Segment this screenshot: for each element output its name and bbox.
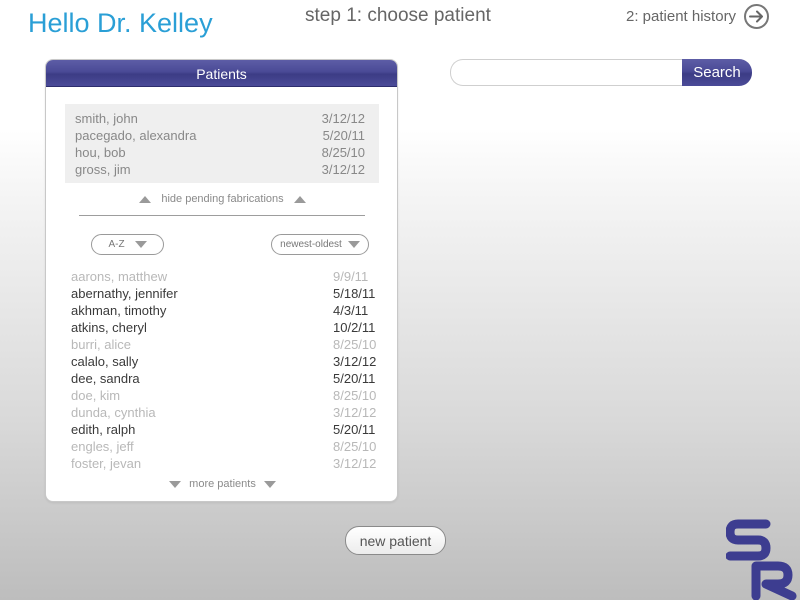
arrow-right-icon[interactable]	[744, 4, 770, 29]
patient-name: burri, alice	[71, 337, 131, 352]
patient-list: aarons, matthew 9/9/11 abernathy, jennifer…	[71, 268, 377, 472]
patient-date: 4/3/11	[333, 303, 369, 318]
list-item[interactable]: dee, sandra 5/20/11	[71, 370, 376, 387]
list-item[interactable]: edith, ralph 5/20/11	[71, 421, 376, 438]
list-item[interactable]: engles, jeff 8/25/10	[71, 438, 377, 455]
pending-fabrications-list: smith, john 3/12/12 pacegado, alexandra …	[65, 104, 379, 183]
patient-name: doe, kim	[71, 388, 121, 403]
pending-row[interactable]: pacegado, alexandra 5/20/11	[65, 127, 379, 144]
next-step-label: 2: patient history	[626, 8, 737, 25]
new-patient-button[interactable]: new patient	[345, 526, 446, 555]
patient-name: calalo, sally	[71, 354, 139, 369]
list-item[interactable]: atkins, cheryl 10/2/11	[71, 319, 376, 336]
chevron-down-icon	[347, 241, 360, 248]
triangle-up-icon	[139, 195, 152, 203]
search-input[interactable]	[450, 59, 682, 86]
patient-date: 3/12/12	[333, 354, 377, 369]
more-patients-label: more patients	[189, 478, 256, 490]
greeting-title: Hello Dr. Kelley	[28, 8, 213, 38]
list-item[interactable]: foster, jevan 3/12/12	[71, 455, 377, 472]
list-item[interactable]: akhman, timothy 4/3/11	[71, 302, 371, 319]
patient-date: 3/12/12	[333, 405, 377, 420]
list-item[interactable]: calalo, sally 3/12/12	[71, 353, 377, 370]
patient-name: atkins, cheryl	[71, 320, 147, 335]
list-item[interactable]: doe, kim 8/25/10	[71, 387, 377, 404]
patient-date: 5/20/11	[333, 371, 376, 386]
patient-name: engles, jeff	[71, 439, 134, 454]
patient-name: foster, jevan	[71, 456, 142, 471]
triangle-up-icon	[293, 195, 306, 203]
patient-date: 5/20/11	[322, 128, 365, 143]
sort-date-dropdown[interactable]: newest-oldest	[271, 234, 369, 255]
patients-panel-title: Patients	[46, 60, 397, 87]
patient-name: dunda, cynthia	[71, 405, 156, 420]
patient-date: 5/20/11	[333, 422, 376, 437]
patient-name: hou, bob	[75, 145, 126, 160]
patient-name: smith, john	[75, 111, 138, 126]
patient-date: 8/25/10	[321, 145, 365, 160]
triangle-down-icon	[263, 480, 276, 488]
list-item[interactable]: abernathy, jennifer 5/18/11	[71, 285, 376, 302]
patient-name: aarons, matthew	[71, 269, 168, 284]
list-item[interactable]: aarons, matthew 9/9/11	[71, 268, 371, 285]
more-patients-toggle[interactable]: more patients	[46, 478, 399, 490]
sort-alpha-label: A-Z	[108, 239, 125, 250]
patient-name: pacegado, alexandra	[75, 128, 197, 143]
hide-pending-label: hide pending fabrications	[161, 193, 284, 205]
divider	[79, 215, 365, 216]
list-item[interactable]: burri, alice 8/25/10	[71, 336, 377, 353]
patient-date: 3/12/12	[333, 456, 377, 471]
patient-date: 3/12/12	[321, 111, 365, 126]
search-bar: Search	[450, 59, 752, 86]
patients-panel: Patients smith, john 3/12/12 pacegado, a…	[45, 59, 398, 502]
patient-date: 9/9/11	[333, 269, 369, 284]
chevron-down-icon	[134, 241, 147, 248]
pending-row[interactable]: hou, bob 8/25/10	[65, 144, 379, 161]
sort-date-label: newest-oldest	[280, 239, 342, 250]
patient-date: 10/2/11	[333, 320, 376, 335]
pending-row[interactable]: gross, jim 3/12/12	[65, 161, 379, 178]
hide-pending-toggle[interactable]: hide pending fabrications	[46, 193, 399, 205]
pending-row[interactable]: smith, john 3/12/12	[65, 110, 379, 127]
search-button[interactable]: Search	[682, 59, 752, 86]
patient-date: 8/25/10	[333, 388, 377, 403]
sr-logo	[725, 514, 800, 600]
patient-name: edith, ralph	[71, 422, 136, 437]
next-step-link[interactable]: 2: patient history	[626, 4, 770, 29]
patient-date: 8/25/10	[333, 337, 377, 352]
patient-name: gross, jim	[75, 162, 131, 177]
patient-name: dee, sandra	[71, 371, 140, 386]
step-title: step 1: choose patient	[305, 5, 491, 26]
list-item[interactable]: dunda, cynthia 3/12/12	[71, 404, 377, 421]
patient-date: 3/12/12	[321, 162, 365, 177]
triangle-down-icon	[169, 480, 182, 488]
patient-name: akhman, timothy	[71, 303, 167, 318]
sort-alpha-dropdown[interactable]: A-Z	[91, 234, 164, 255]
patient-name: abernathy, jennifer	[71, 286, 178, 301]
patient-date: 5/18/11	[333, 286, 376, 301]
patient-date: 8/25/10	[333, 439, 377, 454]
